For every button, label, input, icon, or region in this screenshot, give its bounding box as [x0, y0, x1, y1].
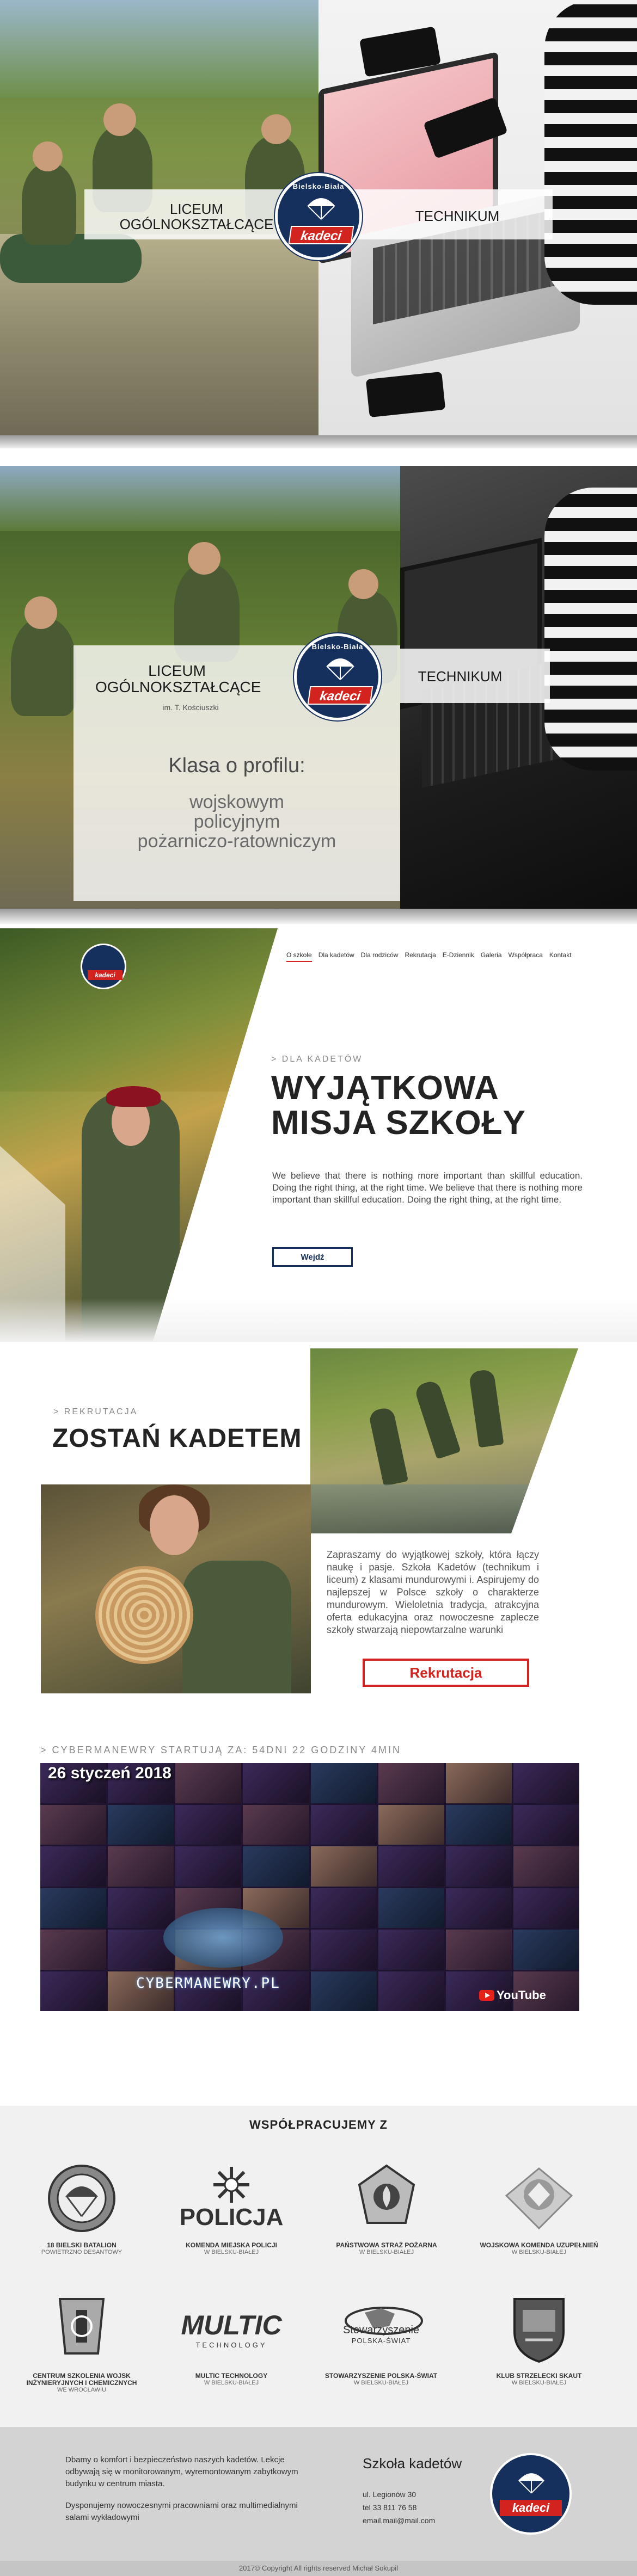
- nav-galeria[interactable]: Galeria: [481, 951, 502, 962]
- recruitment-button[interactable]: Rekrutacja: [363, 1659, 529, 1687]
- partner-wku[interactable]: WOJSKOWA KOMENDA UZUPEŁNIEŃ W BIELSKU-BI…: [468, 2160, 610, 2256]
- partner-straz[interactable]: PAŃSTWOWA STRAŻ POŻARNA W BIELSKU-BIAŁEJ: [316, 2160, 457, 2256]
- hero-split-banner: LICEUM OGÓLNOKSZTAŁCĄCE TECHNIKUM Bielsk…: [0, 0, 637, 435]
- footer-email[interactable]: email.mail@mail.com: [363, 2514, 435, 2527]
- youtube-play-icon: [479, 1990, 494, 2001]
- section-eyebrow: > DLA KADETÓW: [271, 1055, 363, 1064]
- partner-batalion[interactable]: 18 BIELSKI BATALION POWIETRZNO DESANTOWY: [11, 2160, 152, 2256]
- recruitment-section: > REKRUTACJA ZOSTAŃ KADETEM Zapraszamy d…: [0, 1342, 637, 1745]
- section-text: We believe that there is nothing more im…: [272, 1170, 583, 1205]
- fire-badge-icon: [348, 2160, 425, 2236]
- engineer-badge-icon: [44, 2291, 120, 2367]
- partner-klub[interactable]: KLUB STRZELECKI SKAUT W BIELSKU-BIAŁEJ: [468, 2291, 610, 2387]
- technikum-link[interactable]: TECHNIKUM: [400, 668, 520, 685]
- footer-contact: ul. Legionów 30 tel 33 811 76 58 email.m…: [363, 2488, 435, 2527]
- para-badge-icon: [44, 2160, 120, 2236]
- enter-button[interactable]: Wejdź: [272, 1247, 353, 1267]
- nav-o-szkole[interactable]: O szkole: [286, 951, 312, 962]
- section-title: ZOSTAŃ KADETEM: [52, 1424, 302, 1453]
- school-logo-small[interactable]: kadeci: [81, 944, 126, 989]
- school-logo[interactable]: Bielsko-Biała kadeci: [275, 173, 362, 260]
- youtube-badge[interactable]: YouTube: [479, 1988, 546, 2002]
- cadet-girl-photo: [0, 928, 278, 1342]
- globe-icon: Stowarzyszenie POLSKA-ŚWIAT: [343, 2291, 423, 2367]
- partner-stowarzyszenie[interactable]: Stowarzyszenie POLSKA-ŚWIAT STOWARZYSZEN…: [310, 2291, 452, 2387]
- profile-heading: Klasa o profilu:: [168, 754, 305, 777]
- profile-item[interactable]: wojskowym: [74, 792, 400, 812]
- footer-address: ul. Legionów 30: [363, 2490, 416, 2499]
- cybermanewry-logo: CYBERMANEWRY.PL: [136, 1975, 280, 1992]
- countdown-text: > CYBERMANEWRY STARTUJĄ ZA: 54DNI 22 GOD…: [40, 1745, 401, 1755]
- profile-item[interactable]: pożarniczo-ratowniczym: [74, 831, 400, 851]
- section-text: Zapraszamy do wyjątkowej szkoły, która ł…: [327, 1549, 539, 1635]
- vr-face-image: [163, 1908, 283, 1968]
- partner-multic[interactable]: MULTIC TECHNOLOGY MULTIC TECHNOLOGY W BI…: [161, 2291, 302, 2387]
- nav-rekrutacja[interactable]: Rekrutacja: [405, 951, 436, 962]
- main-nav: O szkole Dla kadetów Dla rodziców Rekrut…: [286, 951, 624, 962]
- partners-title: WSPÓŁPRACUJEMY Z: [249, 2118, 388, 2131]
- footer-about: Dbamy o komfort i bezpieczeństwo naszych…: [65, 2455, 298, 2522]
- liceum-link[interactable]: LICEUM OGÓLNOKSZTAŁCĄCE: [95, 663, 261, 695]
- hero-profile-banner: LICEUM OGÓLNOKSZTAŁCĄCE im. T. Kościuszk…: [0, 466, 637, 912]
- footer-title: Szkoła kadetów: [363, 2455, 462, 2472]
- video-date: 26 styczeń 2018: [48, 1764, 171, 1782]
- section-divider: [0, 909, 637, 924]
- nav-wspolpraca[interactable]: Współpraca: [509, 951, 543, 962]
- footer-phone[interactable]: tel 33 811 76 58: [363, 2501, 435, 2514]
- section-fade: [0, 1298, 637, 1342]
- partners-section: WSPÓŁPRACUJEMY Z 18 BIELSKI BATALION POW…: [0, 2106, 637, 2427]
- technikum-link[interactable]: TECHNIKUM: [392, 208, 523, 225]
- profile-list: wojskowym policyjnym pożarniczo-ratownic…: [74, 792, 400, 851]
- nav-dla-rodzicow[interactable]: Dla rodziców: [361, 951, 399, 962]
- copyright: 2017© Copyright All rights reserved Mich…: [0, 2561, 637, 2576]
- parachute-icon: [326, 658, 354, 680]
- nav-dla-kadetow[interactable]: Dla kadetów: [318, 951, 354, 962]
- nav-kontakt[interactable]: Kontakt: [549, 951, 572, 962]
- school-logo[interactable]: Bielsko-Biała kadeci: [294, 633, 381, 720]
- nav-e-dziennik[interactable]: E-Dziennik: [443, 951, 474, 962]
- profile-item[interactable]: policyjnym: [74, 812, 400, 831]
- section-divider: [0, 435, 637, 448]
- parachute-icon: [307, 198, 335, 220]
- liceum-link[interactable]: LICEUM OGÓLNOKSZTAŁCĄCE: [107, 201, 286, 232]
- shield-badge-icon: [501, 2291, 577, 2367]
- section-eyebrow: > REKRUTACJA: [53, 1407, 138, 1416]
- school-mission-section: kadeci O szkole Dla kadetów Dla rodziców…: [0, 928, 637, 1342]
- firefighter-cadet-photo: [41, 1484, 311, 1693]
- parachute-icon: [518, 2473, 545, 2494]
- section-title: WYJĄTKOWA MISJA SZKOŁY: [271, 1069, 526, 1142]
- video-thumbnail[interactable]: [40, 1763, 579, 2011]
- police-star-icon: POLICJA: [180, 2160, 283, 2236]
- training-photo: [310, 1348, 578, 1533]
- liceum-patron: im. T. Kościuszki: [162, 703, 219, 712]
- eagle-badge-icon: [501, 2160, 577, 2236]
- multic-logo-icon: MULTIC TECHNOLOGY: [181, 2309, 282, 2349]
- partner-policja[interactable]: POLICJA KOMENDA MIEJSKA POLICJI W BIELSK…: [161, 2160, 302, 2256]
- footer: Dbamy o komfort i bezpieczeństwo naszych…: [0, 2427, 637, 2576]
- footer-logo[interactable]: kadeci: [490, 2453, 572, 2535]
- partner-centrum[interactable]: CENTRUM SZKOLENIA WOJSK INŻYNIERYJNYCH I…: [11, 2291, 152, 2394]
- cybermanewry-section: > CYBERMANEWRY STARTUJĄ ZA: 54DNI 22 GOD…: [0, 1745, 637, 2017]
